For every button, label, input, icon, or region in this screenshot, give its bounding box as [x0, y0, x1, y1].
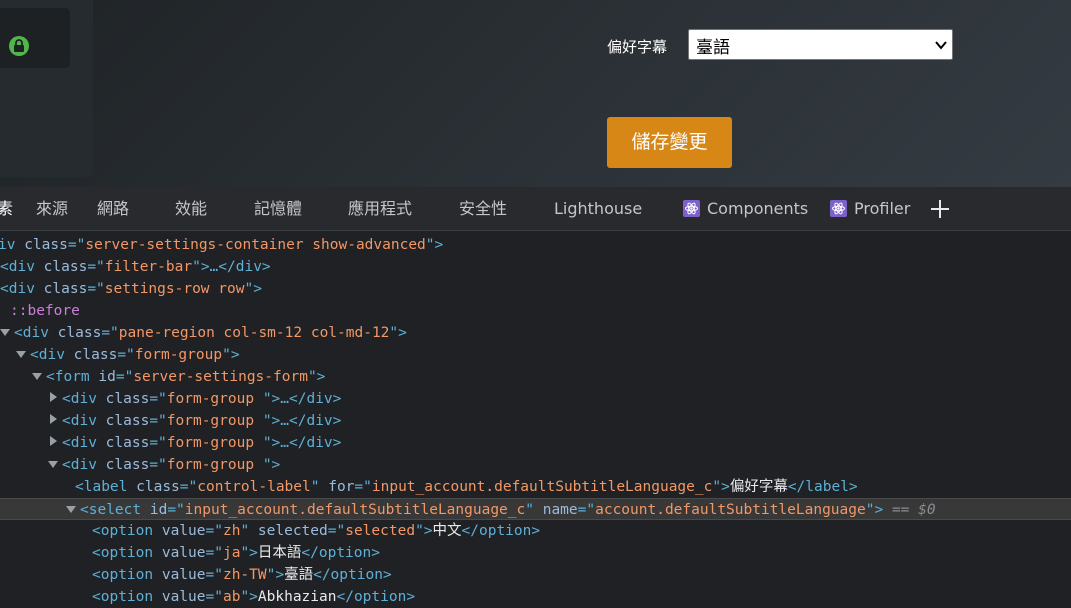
dom-node[interactable]: <option value="zh" selected="selected">中…: [92, 520, 540, 542]
dom-node[interactable]: iv class="server-settings-container show…: [0, 234, 443, 256]
dom-node[interactable]: <div class="form-group ">…</div>: [48, 410, 341, 432]
expand-triangle-icon[interactable]: [50, 392, 57, 402]
dom-node[interactable]: <div class="pane-region col-sm-12 col-md…: [0, 322, 407, 344]
save-button[interactable]: 儲存變更: [607, 117, 732, 168]
tab-application[interactable]: 應用程式: [348, 187, 412, 230]
lock-tile[interactable]: [0, 8, 70, 68]
app-settings-area: 偏好字幕 臺語 儲存變更: [0, 0, 1071, 187]
expand-triangle-icon[interactable]: [50, 436, 57, 446]
plus-icon[interactable]: [929, 198, 951, 224]
devtools-tabbar: 素 來源 網路 效能 記憶體 應用程式 安全性 Lighthouse Compo…: [0, 187, 1071, 231]
dom-node[interactable]: <option value="ab">Abkhazian</option>: [92, 586, 415, 608]
tab-sources[interactable]: 來源: [36, 187, 68, 230]
dom-node-pseudo[interactable]: ::before: [10, 300, 80, 322]
react-icon: [830, 200, 847, 217]
tab-memory[interactable]: 記憶體: [254, 187, 302, 230]
chevron-down-icon: [935, 37, 947, 56]
tab-performance[interactable]: 效能: [175, 187, 207, 230]
react-icon: [683, 200, 700, 217]
collapse-triangle-icon[interactable]: [16, 351, 26, 358]
dom-node[interactable]: <div class="filter-bar">…</div>: [0, 256, 271, 278]
dom-node[interactable]: <div class="form-group ">: [48, 454, 280, 476]
dom-node[interactable]: <form id="server-settings-form">: [32, 366, 325, 388]
dom-node[interactable]: <label class="control-label" for="input_…: [75, 476, 858, 498]
collapse-triangle-icon[interactable]: [66, 506, 76, 513]
dom-node[interactable]: <option value="ja">日本語</option>: [92, 542, 380, 564]
dom-node[interactable]: <div class="settings-row row">: [0, 278, 262, 300]
selected-node-ref: == $0: [891, 502, 936, 518]
dom-node[interactable]: <option value="zh-TW">臺語</option>: [92, 564, 392, 586]
tab-profiler[interactable]: Profiler: [830, 187, 910, 230]
subtitle-select-value: 臺語: [696, 38, 730, 58]
collapse-triangle-icon[interactable]: [0, 329, 10, 336]
tab-network[interactable]: 網路: [97, 187, 129, 230]
dom-node[interactable]: <div class="form-group ">…</div>: [48, 432, 341, 454]
subtitle-select[interactable]: 臺語: [688, 29, 953, 60]
subtitle-label: 偏好字幕: [607, 38, 668, 56]
lock-icon: [9, 36, 29, 56]
dom-node[interactable]: <div class="form-group ">…</div>: [48, 388, 341, 410]
elements-tree: iv class="server-settings-container show…: [0, 231, 1071, 605]
tab-profiler-label: Profiler: [854, 199, 911, 218]
tab-elements[interactable]: 素: [0, 187, 13, 230]
expand-triangle-icon[interactable]: [50, 414, 57, 424]
collapse-triangle-icon[interactable]: [32, 373, 42, 380]
tab-components-label: Components: [707, 199, 809, 218]
tab-lighthouse[interactable]: Lighthouse: [554, 187, 642, 230]
dom-node-selected[interactable]: <select id="input_account.defaultSubtitl…: [0, 498, 1071, 520]
collapse-triangle-icon[interactable]: [48, 461, 58, 468]
tab-security[interactable]: 安全性: [459, 187, 507, 230]
dom-node[interactable]: <div class="form-group">: [16, 344, 240, 366]
tab-components[interactable]: Components: [683, 187, 808, 230]
